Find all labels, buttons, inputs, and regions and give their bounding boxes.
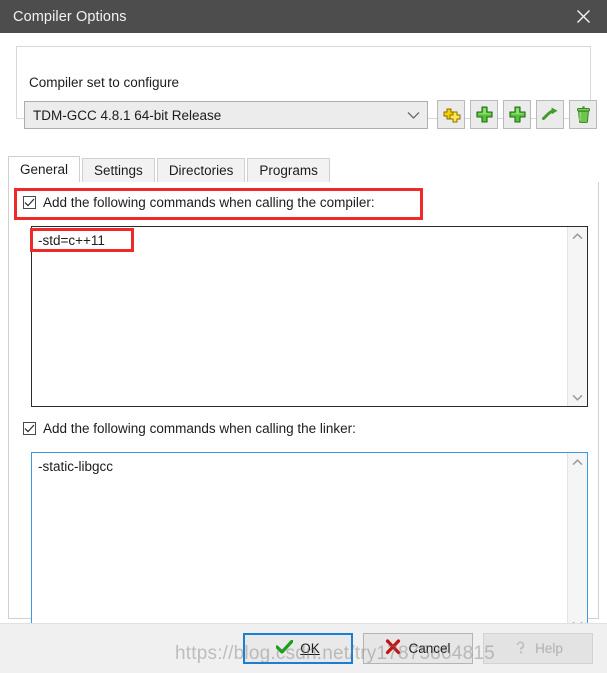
compiler-options-dialog: Compiler Options Compiler set to configu… (0, 0, 607, 673)
window-title: Compiler Options (13, 8, 127, 25)
linker-textarea-scrollbar[interactable] (567, 453, 587, 633)
linker-commands-textarea[interactable]: -static-libgcc (31, 452, 588, 634)
close-icon[interactable] (560, 0, 607, 33)
help-icon (513, 640, 528, 658)
checkmark-icon (24, 421, 35, 436)
rename-compiler-set-button[interactable] (536, 100, 564, 129)
add-compiler-set-button[interactable] (470, 100, 498, 129)
tab-directories[interactable]: Directories (156, 158, 246, 182)
tab-strip: General Settings Directories Programs (8, 156, 599, 183)
green-arrow-icon (541, 105, 560, 124)
green-trash-icon (574, 105, 593, 124)
ok-button-label: OK (300, 641, 320, 656)
yellow-double-plus-icon (442, 105, 461, 124)
cancel-button[interactable]: Cancel (363, 633, 473, 664)
green-plus-icon (508, 105, 527, 124)
cancel-button-label: Cancel (408, 641, 451, 656)
compiler-set-combobox[interactable]: TDM-GCC 4.8.1 64-bit Release (24, 101, 428, 129)
green-check-icon (275, 639, 294, 657)
linker-commands-text[interactable]: -static-libgcc (32, 453, 567, 633)
delete-compiler-set-button[interactable] (569, 100, 597, 129)
dialog-client-area: Compiler set to configure TDM-GCC 4.8.1 … (0, 33, 607, 673)
checkmark-icon (24, 195, 35, 210)
linker-commands-checkbox[interactable] (23, 422, 36, 435)
linker-commands-checkbox-row[interactable]: Add the following commands when calling … (23, 421, 356, 436)
groupbox-title: Compiler set to configure (25, 75, 184, 90)
add-compiler-set-button-2[interactable] (503, 100, 531, 129)
red-x-icon (385, 639, 401, 658)
general-tab-panel: Add the following commands when calling … (8, 182, 599, 634)
help-button-label: Help (535, 641, 563, 656)
chevron-up-icon[interactable] (568, 453, 587, 471)
compiler-commands-textarea[interactable]: -std=c++11 (31, 226, 588, 407)
chevron-down-icon (399, 111, 427, 120)
duplicate-compiler-set-button[interactable] (437, 100, 465, 129)
ok-button[interactable]: OK (243, 633, 353, 664)
help-button: Help (483, 633, 593, 664)
chevron-up-icon[interactable] (568, 227, 587, 245)
tab-programs[interactable]: Programs (247, 158, 330, 182)
title-bar: Compiler Options (0, 0, 607, 33)
dialog-button-bar: OK Cancel Help (0, 623, 607, 673)
chevron-down-icon[interactable] (568, 388, 587, 406)
tab-general[interactable]: General (8, 156, 81, 182)
compiler-commands-checkbox-row[interactable]: Add the following commands when calling … (23, 195, 375, 210)
compiler-commands-label: Add the following commands when calling … (43, 195, 375, 210)
green-plus-icon (475, 105, 494, 124)
linker-commands-label: Add the following commands when calling … (43, 421, 356, 436)
compiler-set-toolbar (437, 100, 597, 129)
compiler-textarea-scrollbar[interactable] (567, 227, 587, 406)
compiler-commands-checkbox[interactable] (23, 196, 36, 209)
compiler-commands-text[interactable]: -std=c++11 (32, 227, 567, 406)
compiler-set-value: TDM-GCC 4.8.1 64-bit Release (33, 107, 222, 123)
tab-settings[interactable]: Settings (82, 158, 155, 182)
